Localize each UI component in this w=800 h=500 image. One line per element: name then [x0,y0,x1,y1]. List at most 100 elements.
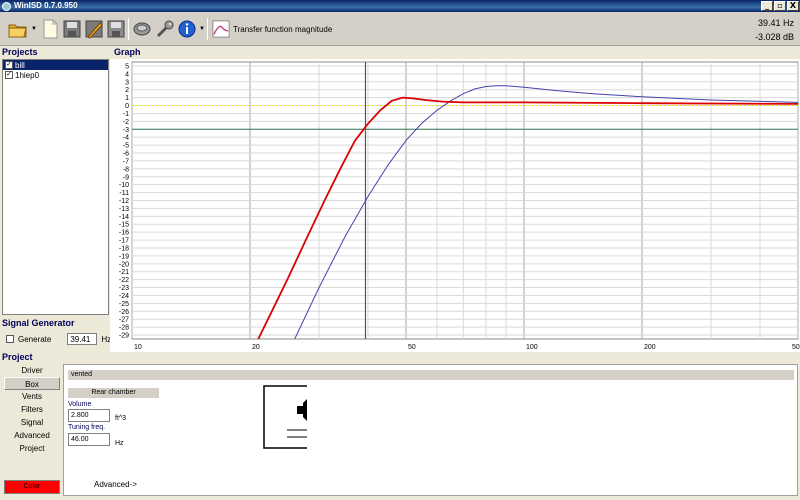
generate-label: Generate [18,334,52,344]
y-tick-label: -22 [119,277,129,284]
nav-driver[interactable]: Driver [2,364,62,377]
project-nav: Driver Box Vents Filters Signal Advanced… [2,364,62,455]
y-tick-label: -16 [119,230,129,237]
graph-area[interactable]: 5 4 3 2 1 0 -1 -2 -3 -4 -5 -6 -7 -8 -9 -10 -11 -12 -13 -14-… [110,59,800,352]
y-tick-label: -5 [123,143,129,150]
y-tick-label: -29 [119,333,129,340]
y-tick-label: 5 [125,63,129,70]
toolbar-separator [207,18,208,40]
project-item-1hiep0[interactable]: ✓ 1hiep0 [3,70,108,80]
y-tick-label: -27 [119,317,129,324]
y-tick-label: -28 [119,325,129,332]
close-button[interactable]: X [787,1,799,11]
restore-button[interactable]: ▫ [774,1,786,11]
y-tick-label: -12 [119,198,129,205]
y-tick-label: -8 [123,166,129,173]
graph-header: Graph [114,47,141,57]
y-tick-label: 1 [125,95,129,102]
y-tick-label: -2 [123,119,129,126]
minimize-button[interactable]: _ [761,1,773,11]
nav-project[interactable]: Project [2,442,62,455]
window-title: WinISD 0.7.0.950 [14,1,78,10]
box-diagram [263,385,307,449]
readout-frequency: 39.41 Hz [757,18,794,28]
y-tick-label: -20 [119,261,129,268]
y-tick-label: -24 [119,293,129,300]
graph-type-selector[interactable]: Transfer function magnitude [212,20,332,38]
y-tick-label: -21 [119,269,129,276]
new-document-icon[interactable] [40,18,60,40]
y-tick-label: -3 [123,127,129,134]
toolbar-separator [128,18,129,40]
volume-unit: ft^3 [115,415,127,422]
x-tick-label: 200 [644,344,656,351]
window-controls: _ ▫ X [761,1,799,11]
volume-label: Volume [68,401,92,408]
wrench-icon[interactable] [155,18,175,40]
tuning-input[interactable]: 46.00 [68,433,110,446]
project-name: bill [15,60,25,70]
signal-generator-header: Signal Generator [2,318,75,328]
speaker-icon[interactable] [131,18,153,40]
y-tick-label: -7 [123,158,129,165]
y-tick-label: -15 [119,222,129,229]
y-tick-label: -23 [119,285,129,292]
color-button[interactable]: Color [4,480,60,494]
box-type-selector[interactable]: vented [68,370,794,380]
x-tick-label: 20 [252,344,260,351]
projects-list[interactable]: ✓ bill ✓ 1hiep0 [2,59,109,315]
y-tick-label: 2 [125,87,129,94]
y-tick-label: -25 [119,301,129,308]
generate-checkbox[interactable] [6,335,14,343]
y-tick-label: -6 [123,151,129,158]
readout-db: -3.028 dB [754,32,794,42]
y-tick-label: 0 [125,103,129,110]
nav-filters[interactable]: Filters [2,403,62,416]
edit-icon[interactable] [84,18,104,40]
y-tick-label: -13 [119,206,129,213]
x-tick-label: 500 [792,344,800,351]
nav-signal[interactable]: Signal [2,416,62,429]
x-tick-label: 10 [134,344,142,351]
project-header: Project [2,352,33,362]
graph-icon [212,20,230,38]
tuning-unit: Hz [115,440,124,447]
open-dropdown-caret-icon[interactable]: ▼ [31,26,37,32]
y-tick-label: -18 [119,245,129,252]
project-checkbox[interactable]: ✓ [5,71,13,79]
title-bar: WinISD 0.7.0.950 _ ▫ X [0,0,800,12]
advanced-link[interactable]: Advanced-> [94,480,137,489]
app-icon [2,2,11,11]
nav-advanced[interactable]: Advanced [2,429,62,442]
y-tick-label: -11 [119,190,129,197]
save-all-icon[interactable] [106,18,126,40]
toolbar: ▼ ▼ Transfer function magnitude 39.41 Hz… [0,12,800,46]
y-tick-label: -26 [119,309,129,316]
volume-input[interactable]: 2.800 [68,409,110,422]
y-tick-label: -4 [123,135,129,142]
project-name: 1hiep0 [15,70,40,80]
rear-chamber-tab[interactable]: Rear chamber [68,388,159,398]
nav-box[interactable]: Box [4,377,60,390]
box-panel: vented Rear chamber Volume 2.800 ft^3 Tu… [63,364,798,496]
frequency-input[interactable] [67,333,98,345]
project-checkbox[interactable]: ✓ [5,61,13,69]
save-icon[interactable] [62,18,82,40]
y-tick-label: -19 [119,253,129,260]
info-dropdown-caret-icon[interactable]: ▼ [199,26,205,32]
y-tick-label: -14 [119,214,129,221]
graph-type-label: Transfer function magnitude [233,24,333,34]
y-tick-label: -9 [123,174,129,181]
y-tick-label: 3 [125,79,129,86]
x-tick-label: 50 [408,344,416,351]
open-folder-icon[interactable] [6,18,30,40]
x-tick-label: 100 [526,344,538,351]
info-icon[interactable] [177,18,197,40]
projects-header: Projects [2,47,38,57]
transfer-function-graph[interactable]: 543210-1-2-3-4-5-6-7-8-9-10-11-12-13-14-… [110,59,800,352]
y-tick-label: -10 [119,182,129,189]
y-tick-label: -1 [123,111,129,118]
project-item-bill[interactable]: ✓ bill [3,60,108,70]
nav-vents[interactable]: Vents [2,390,62,403]
tuning-label: Tuning freq. [68,424,106,431]
